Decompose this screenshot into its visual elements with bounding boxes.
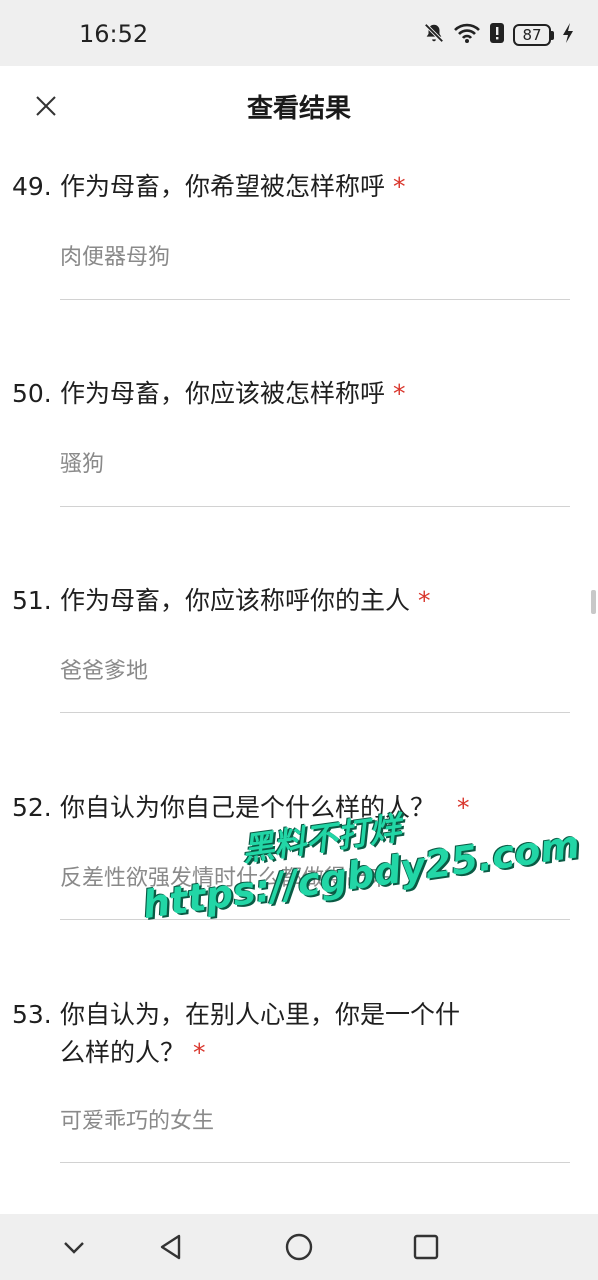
alert-icon [489, 22, 505, 48]
required-mark: * [393, 172, 406, 201]
question-number: 51. [12, 586, 52, 615]
back-button[interactable] [151, 1227, 191, 1267]
question-number: 52. [12, 793, 52, 822]
answer-divider [60, 299, 570, 300]
battery-level: 87 [513, 24, 551, 46]
charging-icon [562, 22, 574, 48]
answer-text: 骚狗 [60, 452, 105, 477]
required-mark: * [393, 379, 406, 408]
battery-icon: 87 [513, 24, 554, 46]
answer-divider [60, 712, 570, 713]
required-mark: * [193, 1038, 206, 1067]
question-text: 作为母畜，你应该称呼你的主人 * [60, 586, 431, 615]
bell-off-icon [423, 22, 445, 48]
answer-divider [60, 1162, 570, 1163]
results-list[interactable]: 49. 作为母畜，你希望被怎样称呼 * 肉便器母狗 50. 作为母畜，你应该被怎样… [0, 146, 598, 1214]
chevron-down-icon [64, 1242, 84, 1254]
answer-text: 可爱乖巧的女生 [60, 1109, 215, 1134]
answer-text: 肉便器母狗 [60, 245, 171, 270]
answer-text: 反差性欲强发情时什么都做得出来 [60, 866, 391, 891]
question-text: 作为母畜，你应该被怎样称呼 * [60, 379, 406, 408]
answer-divider [60, 506, 570, 507]
home-button[interactable] [279, 1227, 319, 1267]
home-icon [285, 1233, 313, 1261]
question-number: 53. [12, 1000, 52, 1029]
back-icon [160, 1234, 181, 1260]
recents-icon [413, 1234, 439, 1260]
required-mark: * [418, 586, 431, 615]
scrollbar-thumb[interactable] [591, 590, 596, 614]
system-nav-bar [0, 1214, 598, 1280]
status-bar: 16:52 87 [0, 0, 598, 66]
required-mark: * [457, 793, 470, 822]
answer-text: 爸爸爹地 [60, 659, 149, 684]
recents-button[interactable] [406, 1227, 446, 1267]
hide-keyboard-button[interactable] [54, 1227, 94, 1267]
app-header: 查看结果 [0, 66, 598, 146]
answer-divider [60, 919, 570, 920]
question-text: 你自认为，在别人心里，你是一个什 么样的人？ * [60, 1000, 461, 1067]
page-title: 查看结果 [246, 94, 351, 124]
question-number: 49. [12, 172, 52, 201]
question-text: 作为母畜，你希望被怎样称呼 * [60, 172, 406, 201]
status-icons: 87 [423, 21, 574, 49]
question-number: 50. [12, 379, 52, 408]
status-time: 16:52 [79, 20, 149, 48]
question-text: 你自认为你自己是个什么样的人？ * [60, 793, 470, 822]
wifi-icon [453, 22, 481, 48]
